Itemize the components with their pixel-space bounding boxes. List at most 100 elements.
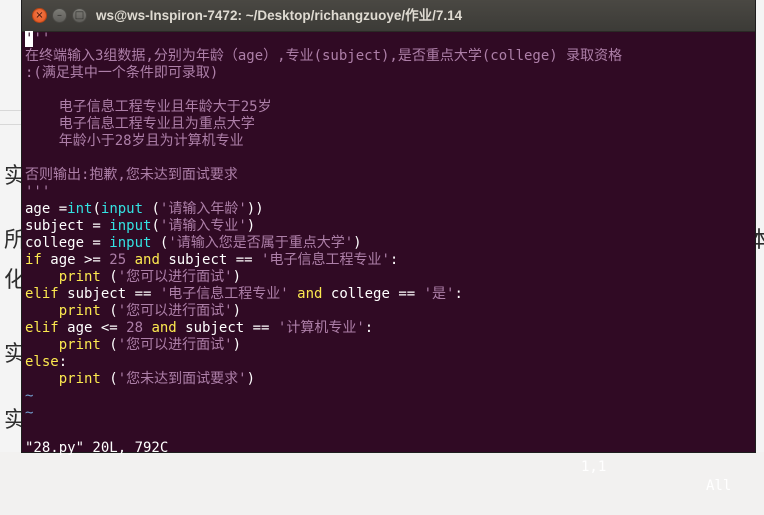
code-line[interactable]: elif subject == '电子信息工程专业' and college =… bbox=[25, 286, 463, 303]
close-icon[interactable]: × bbox=[32, 8, 47, 23]
window-titlebar[interactable]: × – □ ws@ws-Inspiron-7472: ~/Desktop/ric… bbox=[22, 0, 755, 32]
empty-line-marker[interactable]: ~ bbox=[25, 388, 33, 405]
code-token: elif bbox=[25, 286, 59, 302]
code-token: ) bbox=[232, 337, 242, 353]
status-scroll-position: All bbox=[706, 478, 732, 494]
code-token: elif bbox=[25, 320, 59, 336]
code-token: ) bbox=[246, 218, 256, 234]
maximize-icon[interactable]: □ bbox=[72, 8, 87, 23]
code-line[interactable]: 否则输出:抱歉,您未达到面试要求 bbox=[25, 167, 238, 184]
vim-editor[interactable]: ''' 在终端输入3组数据,分别为年龄（age）,专业(subject),是否重点… bbox=[22, 31, 755, 452]
code-line[interactable]: print ('您可以进行面试') bbox=[25, 337, 241, 354]
code-token: : bbox=[364, 320, 374, 336]
code-token: : bbox=[389, 252, 399, 268]
code-token: '计算机专业' bbox=[277, 320, 365, 336]
code-line[interactable]: ''' bbox=[25, 31, 50, 48]
code-token: '是' bbox=[423, 286, 455, 302]
code-line[interactable]: else: bbox=[25, 354, 67, 371]
code-line[interactable]: print ('您可以进行面试') bbox=[25, 269, 241, 286]
code-token: college == bbox=[322, 286, 424, 302]
status-file-info: "28.py" 20L, 792C bbox=[25, 440, 169, 456]
code-token: ( bbox=[100, 303, 118, 319]
code-token: '电子信息工程专业' bbox=[159, 286, 289, 302]
code-line[interactable]: age =int(input ('请输入年龄')) bbox=[25, 201, 264, 218]
vim-status-line: "28.py" 20L, 792C 1,1 All bbox=[22, 420, 755, 494]
code-token: ''' bbox=[25, 31, 51, 47]
code-token: ( bbox=[100, 337, 118, 353]
code-token: int bbox=[67, 201, 93, 217]
code-token: ( bbox=[143, 201, 160, 217]
code-token: ) bbox=[232, 269, 242, 285]
code-token: print bbox=[58, 371, 101, 387]
code-line[interactable]: print ('您可以进行面试') bbox=[25, 303, 241, 320]
code-line[interactable]: 在终端输入3组数据,分别为年龄（age）,专业(subject),是否重点大学(… bbox=[25, 48, 622, 65]
code-token: '您可以进行面试' bbox=[117, 269, 233, 285]
code-token: '您可以进行面试' bbox=[117, 337, 233, 353]
code-line[interactable]: college = input ('请输入您是否属于重点大学') bbox=[25, 235, 362, 252]
code-token: input bbox=[100, 201, 144, 217]
code-token: )) bbox=[246, 201, 264, 217]
code-token: ) bbox=[353, 235, 362, 251]
code-token: ( bbox=[92, 201, 101, 217]
code-line[interactable]: 年龄小于28岁且为计算机专业 bbox=[25, 133, 244, 150]
code-token: 在终端输入3组数据,分别为年龄（age）,专业(subject),是否重点大学(… bbox=[25, 48, 623, 64]
terminal-window[interactable]: × – □ ws@ws-Inspiron-7472: ~/Desktop/ric… bbox=[22, 0, 755, 494]
code-token: : bbox=[454, 286, 463, 302]
code-token: subject == bbox=[159, 252, 262, 268]
code-token: input bbox=[109, 218, 152, 234]
minimize-icon[interactable]: – bbox=[52, 8, 67, 23]
code-line[interactable]: if age >= 25 and subject == '电子信息工程专业': bbox=[25, 252, 398, 269]
code-token: 否则输出:抱歉,您未达到面试要求 bbox=[25, 167, 238, 183]
code-token: college = bbox=[25, 235, 110, 251]
code-token: and bbox=[151, 320, 177, 336]
window-title: ws@ws-Inspiron-7472: ~/Desktop/richangzu… bbox=[96, 8, 463, 23]
code-token: if bbox=[25, 252, 42, 268]
code-token: print bbox=[58, 303, 101, 319]
code-line[interactable]: ''' bbox=[25, 184, 50, 201]
code-token: '电子信息工程专业' bbox=[261, 252, 390, 268]
code-token: subject == bbox=[58, 286, 160, 302]
code-token: ~ bbox=[25, 405, 34, 421]
code-line[interactable]: 电子信息工程专业且为重点大学 bbox=[25, 116, 255, 133]
code-token: 28 bbox=[126, 320, 144, 336]
code-line[interactable]: elif age <= 28 and subject == '计算机专业': bbox=[25, 320, 373, 337]
code-token: ( bbox=[151, 218, 160, 234]
code-token: ( bbox=[100, 371, 118, 387]
code-token: '请输入您是否属于重点大学' bbox=[168, 235, 354, 251]
code-token: '您可以进行面试' bbox=[117, 303, 233, 319]
code-token: '您未达到面试要求' bbox=[117, 371, 247, 387]
code-token: and bbox=[134, 252, 160, 268]
status-cursor-position: 1,1 bbox=[581, 459, 607, 475]
code-token: and bbox=[297, 286, 323, 302]
code-token: age = bbox=[25, 201, 68, 217]
code-token: ( bbox=[100, 269, 118, 285]
code-token: subject = bbox=[25, 218, 110, 234]
code-token: 电子信息工程专业且年龄大于25岁 bbox=[25, 99, 272, 115]
code-token: ) bbox=[246, 371, 256, 387]
code-token: '请输入年龄' bbox=[159, 201, 247, 217]
code-line[interactable]: :(满足其中一个条件即可录取) bbox=[25, 65, 218, 82]
code-token: else bbox=[25, 354, 59, 370]
code-token: : bbox=[58, 354, 68, 370]
code-token: print bbox=[58, 337, 101, 353]
code-line[interactable]: print ('您未达到面试要求') bbox=[25, 371, 255, 388]
code-token: input bbox=[109, 235, 152, 251]
code-token: ( bbox=[151, 235, 169, 251]
code-line[interactable]: subject = input('请输入专业') bbox=[25, 218, 255, 235]
code-token: print bbox=[58, 269, 101, 285]
code-token: '请输入专业' bbox=[159, 218, 247, 234]
code-token: ~ bbox=[25, 388, 34, 404]
code-token: age >= bbox=[41, 252, 110, 268]
code-token: :(满足其中一个条件即可录取) bbox=[25, 65, 219, 81]
code-token: ) bbox=[232, 303, 242, 319]
code-token: subject == bbox=[176, 320, 278, 336]
code-token: age <= bbox=[58, 320, 127, 336]
code-line[interactable]: 电子信息工程专业且年龄大于25岁 bbox=[25, 99, 272, 116]
code-token: 25 bbox=[109, 252, 127, 268]
